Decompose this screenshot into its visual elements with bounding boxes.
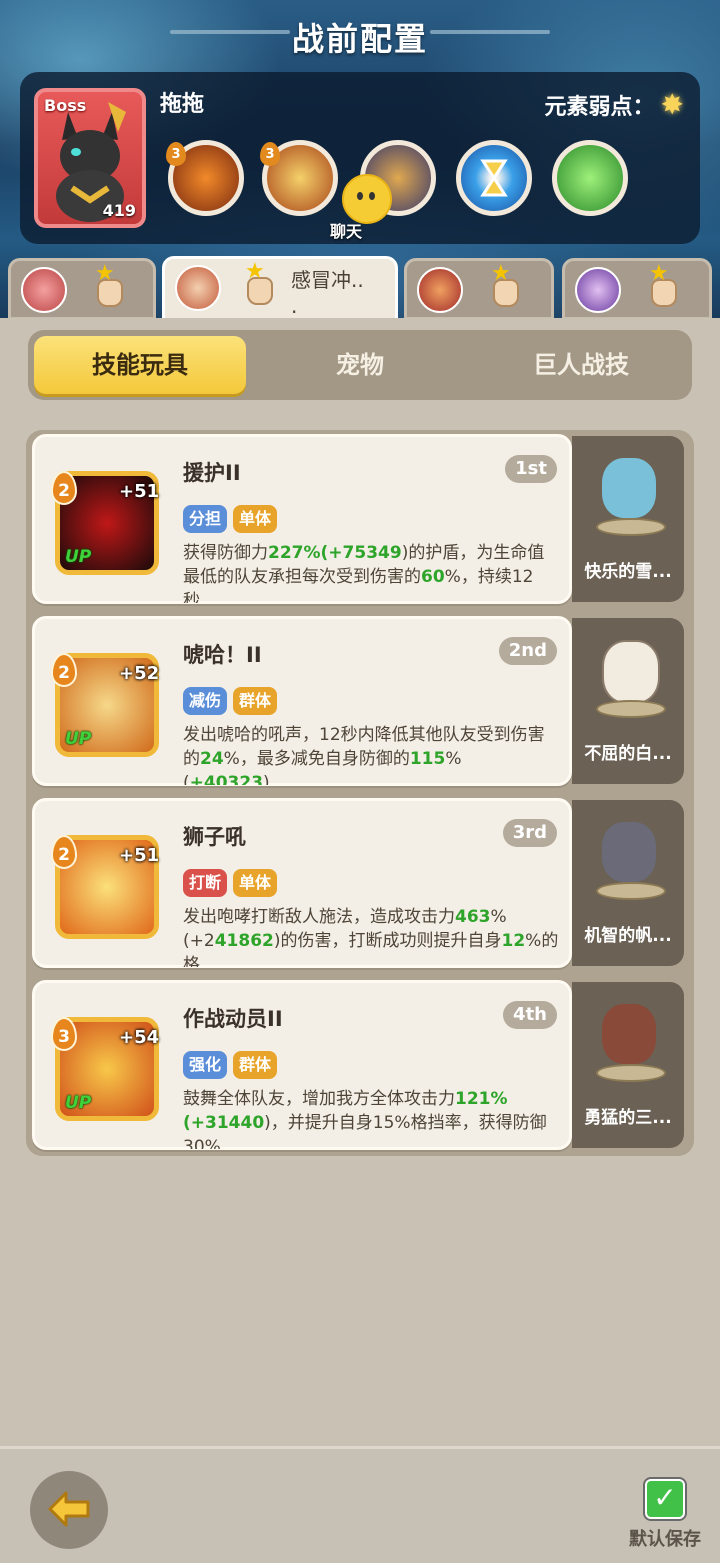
light-star-icon: ✸	[660, 88, 684, 121]
red-robot-hero-avatar	[417, 267, 463, 313]
tab-skill-toys[interactable]: 技能玩具	[34, 336, 246, 394]
skill-rank-badge: 3rd	[502, 819, 557, 847]
hand-tap-icon: ★	[91, 261, 129, 311]
skill-tag: 单体	[233, 505, 278, 533]
gray-monster-pet-icon	[594, 814, 666, 900]
horned-beast-pet-icon	[594, 996, 666, 1082]
skill-level-badge: 3	[51, 1017, 77, 1051]
default-save-label: 默认保存	[629, 1529, 701, 1550]
skill-description: 鼓舞全体队友，增加我方全体攻击力121%(+31440)，并提升自身15%格挡率…	[183, 1089, 547, 1149]
skill-tag: 打断	[183, 869, 228, 897]
team-tab-2[interactable]: ★ 感冒冲.. .	[162, 256, 398, 322]
pet-name: 快乐的雪...	[584, 562, 672, 582]
boss-info-panel: Boss 419 拖拖 元素弱点： ✸ 3 3 聊天	[20, 72, 700, 244]
team-tab-3[interactable]: ★	[404, 258, 554, 320]
hand-tap-icon: ★	[645, 261, 683, 311]
skill-bonus: +52	[119, 663, 160, 684]
skill-tag: 群体	[233, 687, 278, 715]
skill-up-badge: UP	[65, 547, 92, 567]
skill-description: 发出唬哈的吼声，12秒内降低其他队友受到伤害的24%，最多减免自身防御的115%…	[183, 725, 545, 785]
pet-slot[interactable]: 不屈的白...	[572, 618, 684, 784]
pet-name: 勇猛的三...	[584, 1108, 672, 1128]
hourglass-icon	[480, 159, 508, 197]
back-button[interactable]	[30, 1471, 108, 1549]
bottom-bar: ✓ 默认保存	[0, 1446, 720, 1563]
skill-bonus: +51	[119, 845, 160, 866]
checkbox-checked-icon: ✓	[645, 1479, 685, 1519]
skill-name: 唬哈！II	[183, 643, 262, 667]
pet-slot[interactable]: 机智的帆...	[572, 800, 684, 966]
tab-giant-skills[interactable]: 巨人战技	[478, 336, 684, 394]
hand-tap-icon: ★	[487, 261, 525, 311]
skill-level-badge: 3	[166, 142, 186, 166]
green-slime-skill-icon[interactable]	[552, 140, 628, 216]
pet-slot[interactable]: 勇猛的三...	[572, 982, 684, 1148]
skill-level-badge: 3	[260, 142, 280, 166]
snow-creature-pet-icon	[594, 450, 666, 536]
team-tab-1[interactable]: ★	[8, 258, 156, 320]
pig-hero-avatar	[21, 267, 67, 313]
boss-name: 拖拖	[160, 92, 205, 117]
chat-label[interactable]: 聊天	[330, 218, 362, 242]
skill-tags: 强化 群体	[183, 1051, 278, 1079]
skill-level-badge: 2	[51, 471, 77, 505]
weakness-label: 元素弱点：	[544, 94, 655, 120]
skill-up-badge: UP	[65, 729, 92, 749]
skill-tag: 单体	[233, 869, 278, 897]
skill-tag: 群体	[233, 1051, 278, 1079]
skill-tag: 减伤	[183, 687, 228, 715]
skill-card[interactable]: 3 +54 UP 作战动员II 4th 强化 群体 鼓舞全体队友，增加我方全体攻…	[32, 980, 572, 1150]
skill-card[interactable]: 2 +51 UP 援护II 1st 分担 单体 获得防御力227%(+75349…	[32, 434, 572, 604]
element-weakness: 元素弱点： ✸	[545, 88, 684, 121]
hand-tap-icon: ★	[241, 259, 279, 309]
skill-level-badge: 2	[51, 835, 77, 869]
skill-bonus: +54	[119, 1027, 160, 1048]
skill-rank-badge: 1st	[505, 455, 557, 483]
boss-tag: Boss	[44, 96, 87, 115]
red-hair-hero-avatar	[175, 265, 221, 311]
skill-tags: 分担 单体	[183, 505, 278, 533]
skill-rank-badge: 4th	[503, 1001, 557, 1029]
team-tab-label: 感冒冲.. .	[291, 268, 364, 318]
hourglass-skill-icon[interactable]	[456, 140, 532, 216]
page-title: 战前配置	[291, 20, 428, 58]
pet-slot[interactable]: 快乐的雪...	[572, 436, 684, 602]
skill-card[interactable]: 2 +52 UP 唬哈！II 2nd 减伤 群体 发出唬哈的吼声，12秒内降低其…	[32, 616, 572, 786]
skill-tag: 强化	[183, 1051, 228, 1079]
skill-level-badge: 2	[51, 653, 77, 687]
default-save-toggle[interactable]: ✓ 默认保存	[620, 1479, 710, 1551]
skill-card[interactable]: 2 +51 狮子吼 3rd 打断 单体 发出咆哮打断敌人施法，造成攻击力463%…	[32, 798, 572, 968]
back-arrow-icon	[48, 1491, 90, 1527]
segment-tabs: 技能玩具 宠物 巨人战技	[28, 330, 692, 400]
skill-name: 狮子吼	[183, 825, 246, 849]
boss-level: 419	[102, 201, 136, 220]
tab-pets[interactable]: 宠物	[258, 336, 462, 394]
skill-tags: 打断 单体	[183, 869, 278, 897]
skill-name: 援护II	[183, 461, 241, 485]
skill-up-badge: UP	[65, 1093, 92, 1113]
boss-portrait[interactable]: Boss 419	[34, 88, 146, 228]
pet-name: 不屈的白...	[584, 744, 672, 764]
purple-mage-hero-avatar	[575, 267, 621, 313]
skill-tags: 减伤 群体	[183, 687, 278, 715]
skill-name: 作战动员II	[183, 1007, 283, 1031]
pet-name: 机智的帆...	[584, 926, 672, 946]
skill-description: 获得防御力227%(+75349)的护盾，为生命值最低的队友承担每次受到伤害的6…	[183, 543, 545, 603]
skill-description: 发出咆哮打断敌人施法，造成攻击力463%(+241862)的伤害，打断成功则提升…	[183, 907, 559, 967]
skill-rank-badge: 2nd	[498, 637, 557, 665]
skill-tag: 分担	[183, 505, 228, 533]
skill-bonus: +51	[119, 481, 160, 502]
chat-emoji-icon[interactable]	[342, 174, 392, 224]
team-tab-4[interactable]: ★	[562, 258, 712, 320]
white-goat-pet-icon	[594, 632, 666, 718]
